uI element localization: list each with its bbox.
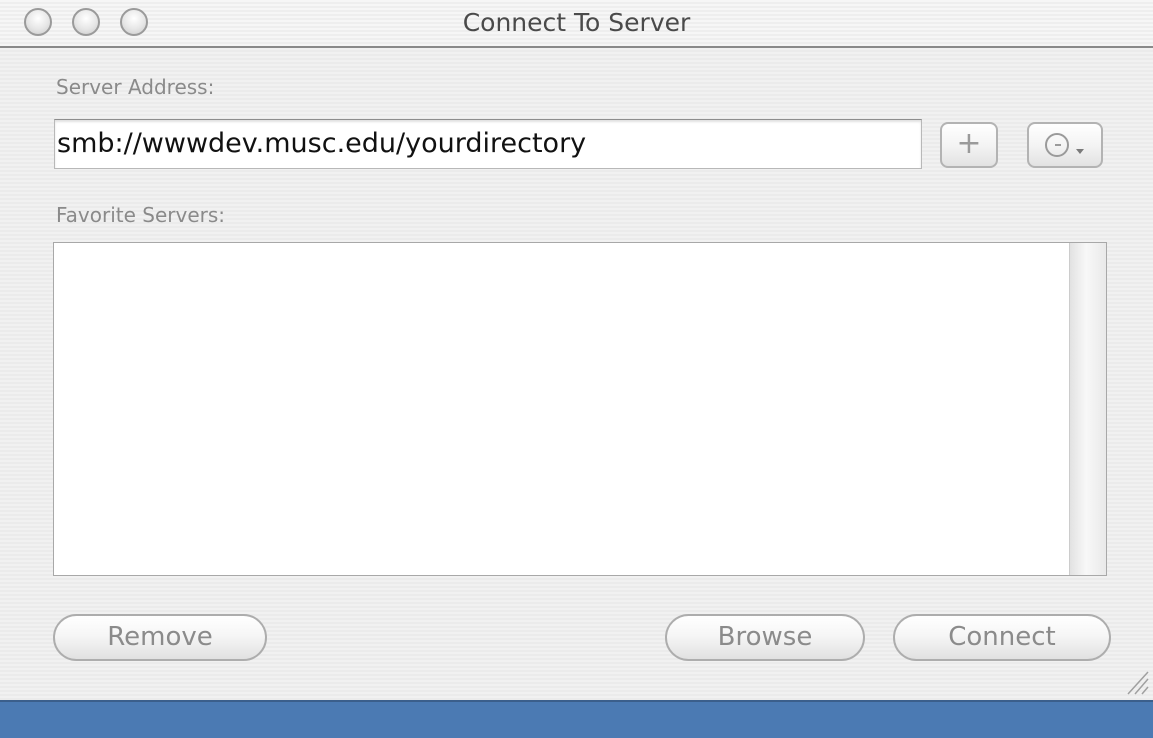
favorite-servers-list[interactable] <box>53 242 1107 576</box>
server-address-input[interactable]: smb://wwwdev.musc.edu/yourdirectory <box>54 119 922 169</box>
resize-grip-icon[interactable] <box>1124 666 1150 696</box>
desktop-background <box>0 700 1153 738</box>
favorites-scrollbar[interactable] <box>1069 243 1106 575</box>
remove-button[interactable]: Remove <box>53 614 267 661</box>
connect-to-server-window: Connect To Server Server Address: smb://… <box>0 0 1153 700</box>
add-favorite-button[interactable]: + <box>940 122 998 168</box>
recent-servers-button[interactable] <box>1027 122 1103 168</box>
favorite-servers-label: Favorite Servers: <box>56 203 226 227</box>
title-bar[interactable]: Connect To Server <box>0 0 1153 48</box>
connect-button[interactable]: Connect <box>893 614 1111 661</box>
window-title: Connect To Server <box>462 8 691 37</box>
browse-button[interactable]: Browse <box>665 614 865 661</box>
server-address-label: Server Address: <box>56 75 215 99</box>
chevron-down-icon <box>1076 149 1084 154</box>
clock-icon <box>1045 133 1069 157</box>
